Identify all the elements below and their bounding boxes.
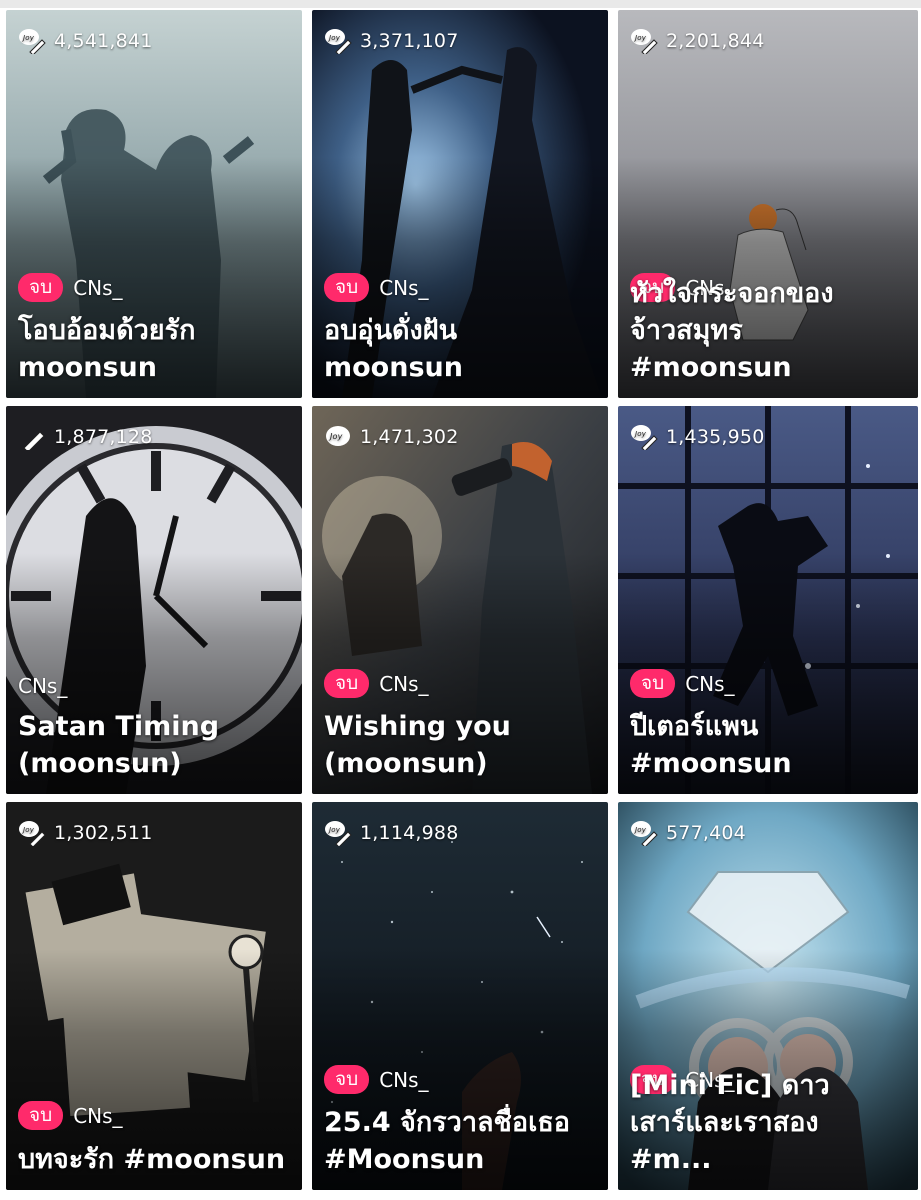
joy-pen-icon: Joy: [631, 29, 658, 54]
view-count-value: 2,201,844: [666, 30, 765, 52]
view-count-value: 4,541,841: [54, 30, 153, 52]
joy-pen-icon: Joy: [19, 29, 46, 54]
view-count-value: 3,371,107: [360, 30, 459, 52]
view-count: Joy 3,371,107: [324, 28, 459, 54]
author-name[interactable]: CNs_: [379, 1068, 428, 1092]
svg-text:Joy: Joy: [327, 826, 341, 834]
story-card[interactable]: Joy 1,302,511 จบ CNs_ บทจะรัก #moonsun: [6, 802, 302, 1190]
story-card[interactable]: 1,877,128 CNs_ Satan Timing (moonsun): [6, 406, 302, 794]
view-count-value: 577,404: [666, 822, 746, 844]
view-count: Joy 1,435,950: [630, 424, 765, 450]
story-title[interactable]: บทจะรัก #moonsun: [18, 1141, 292, 1178]
view-count: Joy 1,471,302: [324, 424, 459, 450]
author-name[interactable]: CNs_: [379, 276, 428, 300]
story-title[interactable]: หัวใจกระจอกของ จ้าวสมุทร #moonsun: [630, 275, 908, 386]
story-title[interactable]: ปีเตอร์แพน #moonsun: [630, 708, 908, 782]
pen-icon: [23, 431, 45, 450]
joy-pen-icon: Joy: [19, 821, 46, 846]
card-meta: จบ CNs_: [324, 1065, 429, 1094]
completed-badge: จบ: [18, 273, 64, 302]
story-card[interactable]: Joy 1,471,302 จบ CNs_ Wishing you (moons…: [312, 406, 608, 794]
story-card[interactable]: Joy 577,404 จบ CNs_ [Mini Fic] ดาว เสาร์…: [618, 802, 918, 1190]
view-count-value: 1,435,950: [666, 426, 765, 448]
view-count: Joy 1,114,988: [324, 820, 459, 846]
view-count: Joy 2,201,844: [630, 28, 765, 54]
svg-text:Joy: Joy: [21, 826, 35, 834]
view-count-value: 1,302,511: [54, 822, 153, 844]
view-count: Joy 4,541,841: [18, 28, 153, 54]
author-name[interactable]: CNs_: [379, 672, 428, 696]
svg-text:Joy: Joy: [328, 432, 343, 441]
card-meta: จบ CNs_: [324, 669, 429, 698]
author-name[interactable]: CNs_: [18, 674, 67, 698]
card-meta: จบ CNs_: [324, 273, 429, 302]
author-name[interactable]: CNs_: [73, 276, 122, 300]
view-count: Joy 1,302,511: [18, 820, 153, 846]
view-count: Joy 577,404: [630, 820, 746, 846]
author-name[interactable]: CNs_: [73, 1104, 122, 1128]
story-grid: Joy 4,541,841 จบ CNs_ โอบอ้อมด้วยรัก moo…: [6, 10, 918, 1190]
card-meta: CNs_: [18, 674, 67, 698]
svg-text:Joy: Joy: [21, 34, 35, 42]
joy-icon: Joy: [326, 426, 350, 446]
svg-text:Joy: Joy: [327, 34, 341, 42]
story-title[interactable]: อบอุ่นดั่งฝัน moonsun: [324, 312, 598, 386]
completed-badge: จบ: [324, 1065, 370, 1094]
completed-badge: จบ: [324, 273, 370, 302]
view-count-value: 1,877,128: [54, 426, 153, 448]
joy-pen-icon: Joy: [631, 821, 658, 846]
story-title[interactable]: 25.4 จักรวาลชื่อเธอ #Moonsun: [324, 1104, 598, 1178]
story-title[interactable]: [Mini Fic] ดาว เสาร์และเราสอง #m...: [630, 1067, 908, 1178]
author-name[interactable]: CNs_: [685, 672, 734, 696]
story-title[interactable]: โอบอ้อมด้วยรัก moonsun: [18, 312, 292, 386]
view-count-value: 1,471,302: [360, 426, 459, 448]
view-count-value: 1,114,988: [360, 822, 459, 844]
joy-pen-icon: Joy: [631, 425, 658, 450]
completed-badge: จบ: [18, 1101, 64, 1130]
svg-text:Joy: Joy: [633, 34, 647, 42]
svg-text:Joy: Joy: [633, 826, 647, 834]
story-card[interactable]: Joy 1,435,950 จบ CNs_ ปีเตอร์แพน #moonsu…: [618, 406, 918, 794]
card-meta: จบ CNs_: [18, 1101, 123, 1130]
story-title[interactable]: Satan Timing (moonsun): [18, 708, 292, 782]
completed-badge: จบ: [630, 669, 676, 698]
story-card[interactable]: Joy 1,114,988 จบ CNs_ 25.4 จักรวาลชื่อเธ…: [312, 802, 608, 1190]
story-title[interactable]: Wishing you (moonsun): [324, 708, 598, 782]
joy-pen-icon: Joy: [325, 821, 352, 846]
story-card[interactable]: Joy 3,371,107 จบ CNs_ อบอุ่นดั่งฝัน moon…: [312, 10, 608, 398]
story-card[interactable]: Joy 2,201,844 จบ CNs_ หัวใจกระจอกของ จ้า…: [618, 10, 918, 398]
svg-text:Joy: Joy: [633, 430, 647, 438]
view-count: 1,877,128: [18, 424, 153, 450]
completed-badge: จบ: [324, 669, 370, 698]
joy-pen-icon: Joy: [325, 29, 352, 54]
card-meta: จบ CNs_: [630, 669, 735, 698]
top-divider: [0, 0, 921, 8]
story-card[interactable]: Joy 4,541,841 จบ CNs_ โอบอ้อมด้วยรัก moo…: [6, 10, 302, 398]
card-meta: จบ CNs_: [18, 273, 123, 302]
